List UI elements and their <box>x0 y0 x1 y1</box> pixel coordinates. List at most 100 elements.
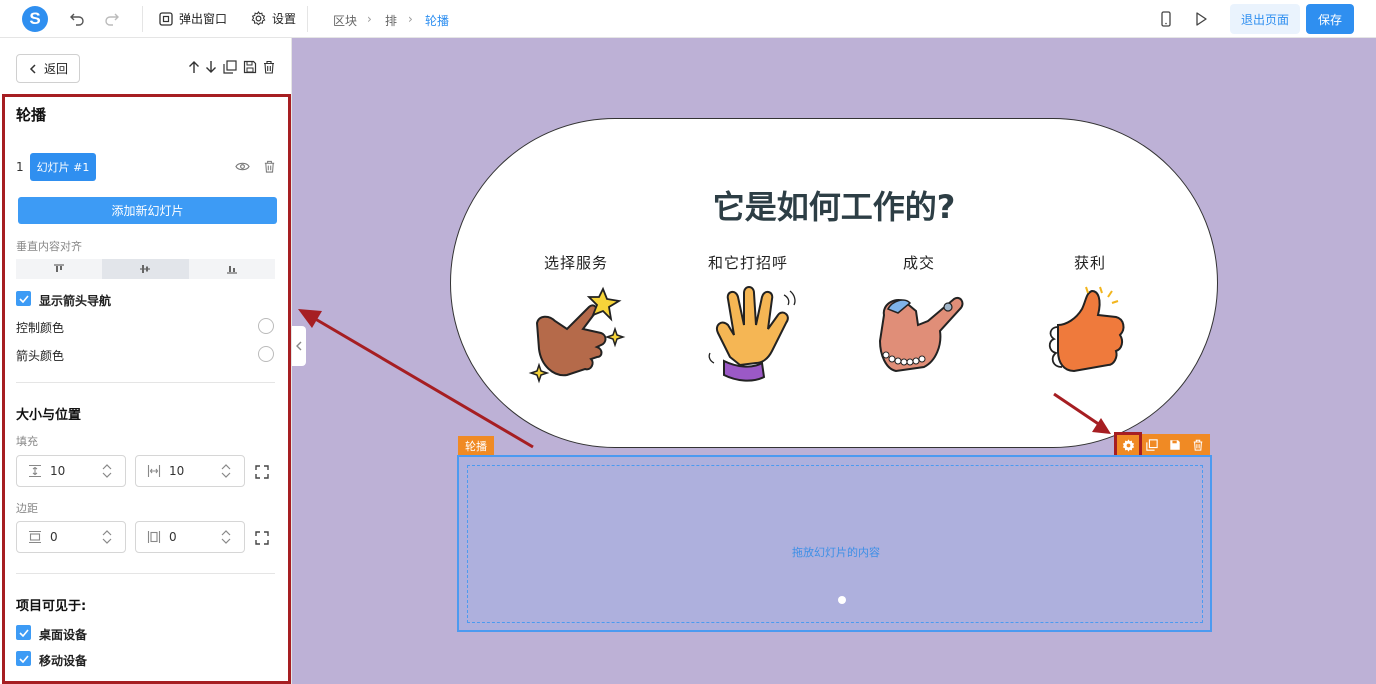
mobile-preview-icon[interactable] <box>1158 11 1174 27</box>
toolbar-divider <box>307 6 308 32</box>
settings-label: 设置 <box>272 12 297 26</box>
collapse-sidebar-handle[interactable] <box>292 326 306 366</box>
control-color-swatch[interactable] <box>258 318 274 334</box>
arrow-color-label: 箭头颜色 <box>16 349 65 363</box>
save-block-icon[interactable] <box>243 60 257 74</box>
checkmark-icon <box>18 654 29 663</box>
section-heading: 它是如何工作的? <box>712 188 956 226</box>
checkmark-icon <box>18 294 29 303</box>
margin-label: 边距 <box>16 502 38 515</box>
thumbs-up-illustration <box>1048 286 1125 373</box>
delete-icon[interactable] <box>262 60 276 74</box>
desktop-visibility-checkbox[interactable] <box>16 625 31 640</box>
waving-hand-illustration <box>708 286 796 382</box>
horizontal-margin-icon <box>147 531 161 543</box>
how-it-works-block[interactable] <box>450 118 1218 448</box>
gear-icon <box>251 11 266 26</box>
duplicate-icon[interactable] <box>1146 439 1158 451</box>
padding-label: 填充 <box>16 435 38 448</box>
app-logo[interactable]: S <box>22 6 48 32</box>
expand-padding-icon[interactable] <box>255 465 269 479</box>
chevron-right-icon: › <box>408 12 413 26</box>
stepper-icon[interactable] <box>101 463 113 479</box>
popup-label: 弹出窗口 <box>179 12 228 26</box>
delete-slide-icon[interactable] <box>263 160 276 173</box>
mobile-visibility-checkbox[interactable] <box>16 651 31 666</box>
add-slide-button[interactable]: 添加新幻灯片 <box>18 197 277 224</box>
size-position-title: 大小与位置 <box>16 408 82 423</box>
gear-icon <box>1122 439 1134 452</box>
stepper-icon[interactable] <box>220 463 232 479</box>
popup-button[interactable]: 弹出窗口 <box>159 10 227 27</box>
back-button[interactable]: 返回 <box>16 54 80 83</box>
show-arrows-checkbox[interactable] <box>16 291 31 306</box>
visible-on-title: 项目可见于: <box>16 599 87 614</box>
move-down-icon[interactable] <box>204 60 218 74</box>
horizontal-padding-icon <box>147 465 161 477</box>
margin-vertical-input[interactable]: 0 <box>16 521 126 553</box>
pagination-dot[interactable] <box>838 596 846 604</box>
desktop-label: 桌面设备 <box>39 628 88 642</box>
stepper-icon[interactable] <box>101 529 113 545</box>
padding-horizontal-value: 10 <box>169 464 185 478</box>
slide-dropzone[interactable]: 拖放幻灯片的内容 <box>467 465 1203 623</box>
breadcrumb-item[interactable]: 排 <box>385 12 397 29</box>
divider <box>16 573 275 574</box>
save-button[interactable]: 保存 <box>1306 4 1354 34</box>
breadcrumb-item[interactable]: 区块 <box>333 12 357 29</box>
align-bottom-icon <box>226 266 237 274</box>
align-middle-icon <box>140 265 151 273</box>
margin-vertical-value: 0 <box>50 530 58 544</box>
chevron-right-icon: › <box>367 12 372 26</box>
eye-icon[interactable] <box>235 160 250 173</box>
settings-sidebar: 返回 轮播 1 幻灯片 #1 添加新幻灯片 垂直内容对齐 显示箭头导航 控制颜色… <box>0 38 292 684</box>
expand-margin-icon[interactable] <box>255 531 269 545</box>
vertical-padding-icon <box>29 464 41 478</box>
padding-horizontal-input[interactable]: 10 <box>135 455 245 487</box>
align-top-icon <box>54 264 65 272</box>
duplicate-icon[interactable] <box>223 60 237 74</box>
panel-title: 轮播 <box>16 106 47 124</box>
padding-vertical-input[interactable]: 10 <box>16 455 126 487</box>
drop-hint: 拖放幻灯片的内容 <box>792 546 880 559</box>
margin-horizontal-input[interactable]: 0 <box>135 521 245 553</box>
vertical-align-label: 垂直内容对齐 <box>16 240 82 253</box>
play-preview-icon[interactable] <box>1193 11 1209 27</box>
align-middle-option[interactable] <box>102 259 189 279</box>
control-color-label: 控制颜色 <box>16 321 65 335</box>
save-block-icon[interactable] <box>1169 439 1181 451</box>
toolbar-divider <box>142 6 143 32</box>
chevron-left-icon <box>296 341 302 351</box>
exit-page-button[interactable]: 退出页面 <box>1230 4 1300 34</box>
carousel-block[interactable]: 拖放幻灯片的内容 <box>457 455 1212 632</box>
vertical-margin-icon <box>29 530 41 544</box>
top-toolbar: S 弹出窗口 设置 区块 › 排 › 轮播 退出页面 保存 <box>0 0 1376 38</box>
breadcrumb-current: 轮播 <box>425 14 450 28</box>
popup-icon <box>159 11 173 26</box>
divider <box>16 382 275 383</box>
vertical-align-control <box>16 259 275 279</box>
arrow-color-swatch[interactable] <box>258 346 274 362</box>
align-bottom-option[interactable] <box>189 259 275 279</box>
step-label: 和它打招呼 <box>707 254 788 272</box>
step-label: 选择服务 <box>543 254 608 272</box>
delete-icon[interactable] <box>1192 439 1204 451</box>
padding-vertical-value: 10 <box>50 464 66 478</box>
step-label: 获利 <box>1073 254 1106 272</box>
mobile-label: 移动设备 <box>39 654 88 668</box>
carousel-label-tag[interactable]: 轮播 <box>458 436 494 455</box>
promise-hand-illustration <box>878 297 964 373</box>
align-top-option[interactable] <box>16 259 102 279</box>
stepper-icon[interactable] <box>220 529 232 545</box>
back-label: 返回 <box>43 62 68 76</box>
move-up-icon[interactable] <box>187 60 201 74</box>
chevron-left-icon <box>29 63 36 74</box>
redo-icon[interactable] <box>104 11 120 27</box>
slide-index: 1 <box>16 160 24 174</box>
settings-button[interactable]: 设置 <box>251 10 296 27</box>
checkmark-icon <box>18 628 29 637</box>
undo-icon[interactable] <box>69 11 85 27</box>
pointing-hand-illustration <box>528 286 626 384</box>
step-label: 成交 <box>902 254 935 272</box>
slide-tab[interactable]: 幻灯片 #1 <box>30 153 96 181</box>
